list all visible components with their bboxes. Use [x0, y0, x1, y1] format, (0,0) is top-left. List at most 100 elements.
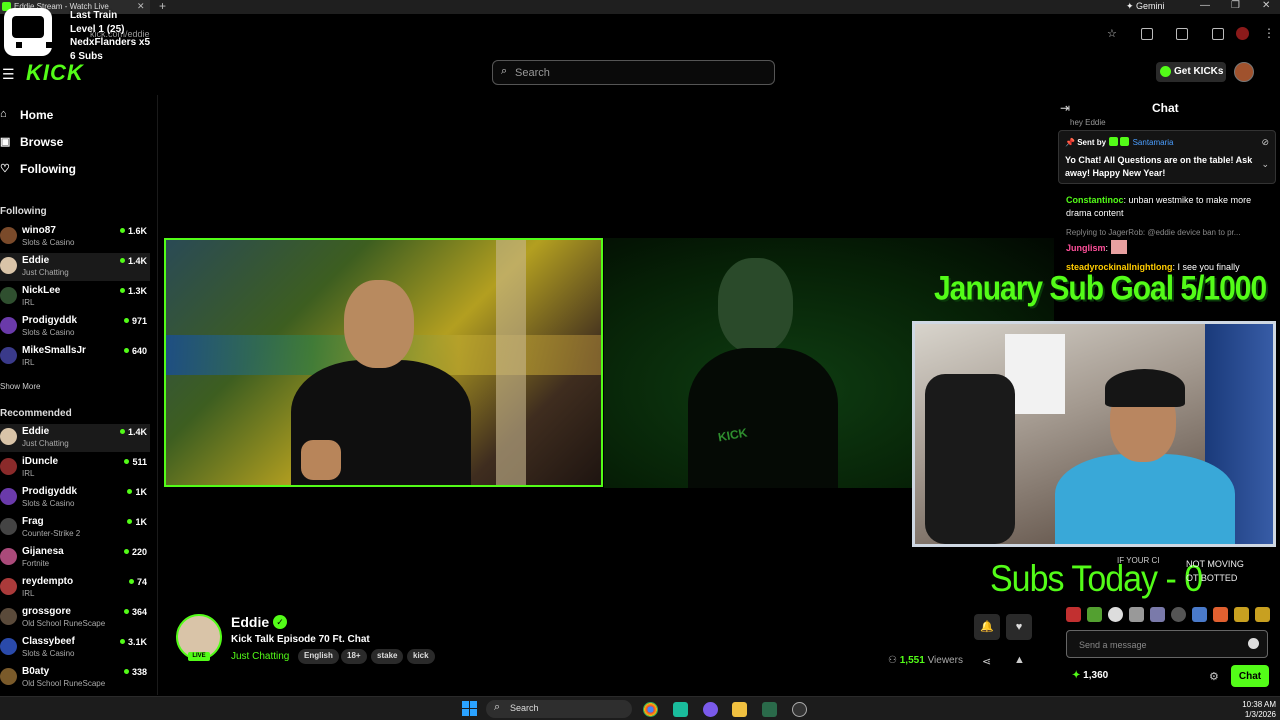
gear-icon[interactable]: ⚙ — [1209, 670, 1219, 683]
sidebar-channel-reydempto[interactable]: reydempto IRL 74 — [0, 574, 150, 602]
channel-avatar — [0, 518, 17, 535]
windows-start-icon[interactable] — [462, 701, 477, 716]
chevron-down-icon[interactable]: ⌄ — [1261, 159, 1269, 170]
sidebar-channel-mikesmallsjr[interactable]: MikeSmallsJr IRL 640 — [0, 343, 150, 371]
sidebar-channel-iduncle[interactable]: iDuncle IRL 511 — [0, 454, 150, 482]
search-input[interactable] — [515, 64, 755, 81]
close-window-icon[interactable]: ✕ — [1262, 0, 1270, 11]
channel-avatar — [0, 257, 17, 274]
channel-name[interactable]: Eddie — [231, 614, 269, 630]
app-icon[interactable] — [792, 702, 807, 717]
sidebar-channel-eddie[interactable]: Eddie Just Chatting 1.4K — [0, 424, 150, 452]
pinned-message[interactable]: 📌 Sent by Santamaria ⊘ Yo Chat! All Ques… — [1058, 130, 1276, 184]
channel-category: Slots & Casino — [22, 238, 75, 247]
new-tab-icon[interactable]: + — [159, 0, 166, 13]
viewer-count: 971 — [124, 316, 147, 326]
browser-profile-avatar[interactable] — [1236, 27, 1249, 40]
chrome-icon[interactable] — [643, 702, 658, 717]
sidebar-channel-prodigyddk[interactable]: Prodigyddk Slots & Casino 971 — [0, 313, 150, 341]
sidebar-channel-gijanesa[interactable]: Gijanesa Fortnite 220 — [0, 544, 150, 572]
emote-icon[interactable] — [1192, 607, 1207, 622]
emote-icon[interactable] — [1108, 607, 1123, 622]
user-avatar[interactable] — [1234, 62, 1254, 82]
bookmark-star-icon[interactable]: ☆ — [1107, 27, 1119, 40]
get-kicks-button[interactable]: Get KICKs — [1156, 62, 1226, 82]
chat-title: Chat — [1152, 101, 1179, 115]
folder-icon[interactable] — [732, 702, 747, 717]
live-badge: LIVE — [188, 652, 210, 661]
chat-username[interactable]: Junglism — [1066, 243, 1106, 253]
pinned-sender: 📌 Sent by Santamaria — [1065, 137, 1174, 147]
verified-icon: ✓ — [273, 615, 287, 629]
kicks-balance[interactable]: 1,360 — [1072, 670, 1108, 681]
sidebar-channel-nicklee[interactable]: NickLee IRL 1.3K — [0, 283, 150, 311]
nav-browse[interactable]: ▣ Browse — [0, 135, 63, 149]
chat-username[interactable]: steadyrockinallnightlong — [1066, 262, 1173, 272]
tag-stake[interactable]: stake — [371, 649, 404, 664]
taskbar-search[interactable]: Search — [486, 700, 632, 718]
emote-icon[interactable] — [1129, 607, 1144, 622]
channel-name: Prodigyddk — [22, 315, 78, 326]
viewers-icon: ⚇ — [888, 655, 897, 666]
follow-heart-icon[interactable]: ♥ — [1006, 614, 1032, 640]
channel-category: Just Chatting — [22, 268, 69, 277]
channel-category: IRL — [22, 298, 35, 307]
channel-category: IRL — [22, 589, 35, 598]
pinned-sender-name: Santamaria — [1132, 138, 1174, 147]
collapse-chat-icon[interactable]: ⇥ — [1060, 101, 1070, 115]
app-icon[interactable] — [673, 702, 688, 717]
sidebar-channel-eddie[interactable]: Eddie Just Chatting 1.4K — [0, 253, 150, 281]
nav-following-label: Following — [20, 162, 76, 176]
unpin-icon[interactable]: ⊘ — [1261, 137, 1269, 148]
emote-icon[interactable] — [1066, 607, 1081, 622]
gemini-button[interactable]: ✦ Gemini — [1126, 1, 1165, 12]
extensions-icon[interactable] — [1141, 28, 1153, 40]
minimize-icon[interactable]: — — [1200, 0, 1210, 11]
channel-avatar[interactable]: LIVE — [176, 614, 222, 661]
clock-time: 10:38 AM — [1242, 700, 1276, 709]
system-clock[interactable]: 10:38 AM 1/3/2026 — [1232, 700, 1276, 720]
viewer-count: 364 — [124, 607, 147, 617]
channel-name: Prodigyddk — [22, 486, 78, 497]
tag-kick[interactable]: kick — [407, 649, 435, 664]
nav-home[interactable]: ⌂ Home — [0, 108, 53, 122]
chat-message-input[interactable] — [1079, 637, 1239, 652]
cast-icon[interactable] — [1176, 28, 1188, 40]
emote-icon[interactable] — [1171, 607, 1186, 622]
menu-icon[interactable]: ☰ — [2, 66, 15, 83]
pinned-text: Yo Chat! All Questions are on the table!… — [1065, 155, 1253, 178]
discord-icon[interactable] — [703, 702, 718, 717]
chat-input-box[interactable] — [1066, 630, 1268, 658]
sidebar-channel-frag[interactable]: Frag Counter-Strike 2 1K — [0, 514, 150, 542]
channel-avatar — [0, 317, 17, 334]
emote-icon[interactable] — [1255, 607, 1270, 622]
nav-following[interactable]: ♡ Following — [0, 162, 76, 176]
maximize-icon[interactable]: ❐ — [1231, 0, 1240, 11]
channel-name: B0aty — [22, 666, 50, 677]
sidebar-channel-wino87[interactable]: wino87 Slots & Casino 1.6K — [0, 223, 150, 251]
share-icon[interactable]: ⋖ — [982, 655, 991, 668]
show-more-link[interactable]: Show More — [0, 382, 40, 391]
emoji-picker-icon[interactable] — [1248, 638, 1259, 649]
sidebar-channel-classybeef[interactable]: Classybeef Slots & Casino 3.1K — [0, 634, 150, 662]
tag-18plus[interactable]: 18+ — [341, 649, 367, 664]
tag-english[interactable]: English — [298, 649, 339, 664]
sidebar-channel-grossgore[interactable]: grossgore Old School RuneScape 364 — [0, 604, 150, 632]
browser-menu-icon[interactable]: ⋮ — [1263, 26, 1275, 40]
search-box[interactable]: ⌕ — [492, 60, 775, 85]
report-icon[interactable]: ▲ — [1014, 654, 1025, 666]
emote-icon[interactable] — [1234, 607, 1249, 622]
media-icon[interactable] — [1212, 28, 1224, 40]
excel-icon[interactable] — [762, 702, 777, 717]
close-tab-icon[interactable]: ✕ — [137, 1, 145, 12]
emote-icon[interactable] — [1087, 607, 1102, 622]
kick-logo[interactable]: KICK — [26, 60, 84, 86]
send-chat-button[interactable]: Chat — [1231, 665, 1269, 687]
stream-category[interactable]: Just Chatting — [231, 651, 289, 662]
emote-icon[interactable] — [1213, 607, 1228, 622]
sidebar-channel-prodigyddk[interactable]: Prodigyddk Slots & Casino 1K — [0, 484, 150, 512]
sidebar-channel-b0aty[interactable]: B0aty Old School RuneScape 338 — [0, 664, 150, 692]
chat-username[interactable]: Constantinoc — [1066, 195, 1124, 205]
emote-icon[interactable] — [1150, 607, 1165, 622]
bell-icon[interactable]: 🔔 — [974, 614, 1000, 640]
